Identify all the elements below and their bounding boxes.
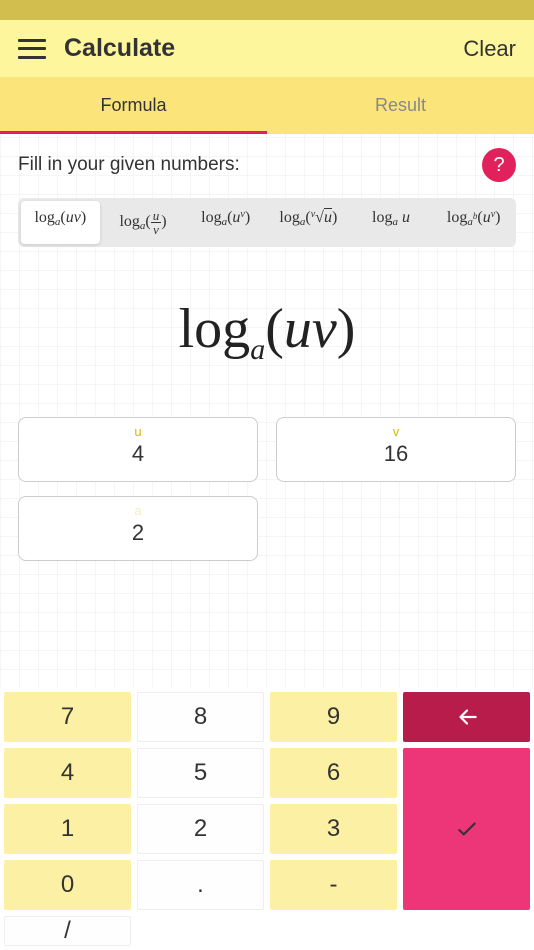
prompt-text: Fill in your given numbers: [18,154,240,176]
input-v-value: 16 [277,441,515,467]
inputs-row-1: u 4 v 16 [18,417,516,482]
help-button[interactable]: ? [482,148,516,182]
chip-log-uv[interactable]: loga(uv) [21,201,100,244]
tabs: Formula Result [0,77,534,134]
chip-log-u-over-v[interactable]: loga(uv) [104,201,183,244]
input-u-label: u [19,424,257,439]
header: Calculate Clear [0,20,534,77]
key-minus[interactable]: - [270,860,397,910]
key-slash[interactable]: / [4,916,131,946]
formula-arg: uv [284,298,337,360]
chip-log-root[interactable]: loga(v√u) [269,201,348,244]
prompt-row: Fill in your given numbers: ? [18,148,516,182]
chip-log-u-pow-v[interactable]: loga(uv) [186,201,265,244]
chip-log-u[interactable]: loga u [352,201,431,244]
key-backspace[interactable] [403,692,530,742]
input-a-value: 2 [19,520,257,546]
key-3[interactable]: 3 [270,804,397,854]
input-a[interactable]: a 2 [18,496,258,561]
keypad: 7 8 9 4 5 6 1 2 3 0 . - / [0,688,534,950]
key-1[interactable]: 1 [4,804,131,854]
tab-formula[interactable]: Formula [0,77,267,134]
work-area: Fill in your given numbers: ? loga(uv) l… [0,134,534,688]
key-2[interactable]: 2 [137,804,264,854]
page-title: Calculate [64,34,463,63]
key-6[interactable]: 6 [270,748,397,798]
status-bar [0,0,534,20]
menu-icon[interactable] [18,39,46,59]
key-dot[interactable]: . [137,860,264,910]
tab-result[interactable]: Result [267,77,534,134]
key-4[interactable]: 4 [4,748,131,798]
inputs-row-2: a 2 [18,496,516,561]
input-a-label: a [19,503,257,518]
key-5[interactable]: 5 [137,748,264,798]
chip-log-ab-uv[interactable]: logab(uv) [434,201,513,244]
key-7[interactable]: 7 [4,692,131,742]
formula-chips: loga(uv) loga(uv) loga(uv) loga(v√u) log… [18,198,516,247]
clear-button[interactable]: Clear [463,36,516,62]
input-v[interactable]: v 16 [276,417,516,482]
key-confirm[interactable] [403,748,530,910]
formula-base: a [250,333,265,366]
input-u[interactable]: u 4 [18,417,258,482]
check-icon [454,816,480,842]
key-0[interactable]: 0 [4,860,131,910]
key-8[interactable]: 8 [137,692,264,742]
key-9[interactable]: 9 [270,692,397,742]
input-u-value: 4 [19,441,257,467]
input-v-label: v [277,424,515,439]
main-formula: loga(uv) [18,297,516,367]
backspace-icon [454,704,480,730]
